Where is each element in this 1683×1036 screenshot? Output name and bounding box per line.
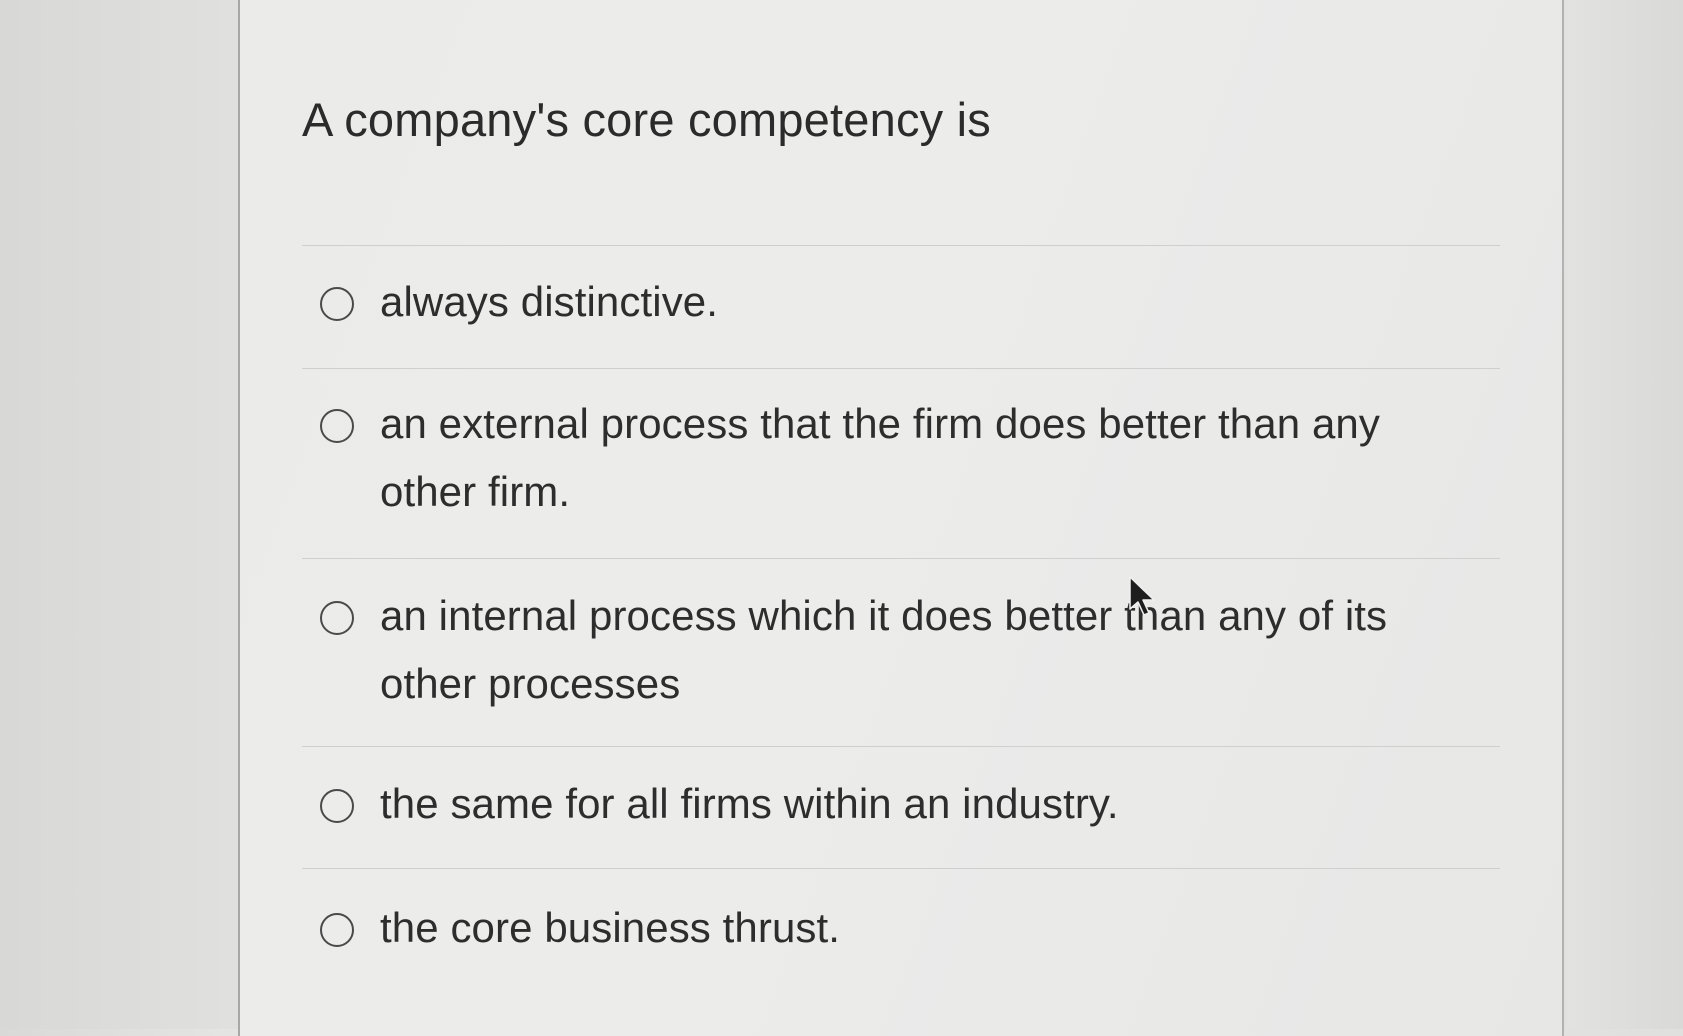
answer-option-4[interactable]: the same for all firms within an industr… <box>320 770 1470 838</box>
radio-unchecked-icon[interactable] <box>320 409 354 443</box>
answer-option-label: an external process that the firm does b… <box>380 400 1380 515</box>
answer-option-label: always distinctive. <box>380 278 719 325</box>
divider <box>302 746 1500 747</box>
answer-option-label: an internal process which it does better… <box>380 592 1388 707</box>
divider <box>302 558 1500 559</box>
answer-option-label: the same for all firms within an industr… <box>380 780 1119 827</box>
background-left <box>0 0 238 1029</box>
answer-option-2[interactable]: an external process that the firm does b… <box>320 390 1470 526</box>
answer-option-label: the core business thrust. <box>380 904 841 951</box>
mouse-pointer-icon <box>1129 576 1155 616</box>
radio-unchecked-icon[interactable] <box>320 913 354 947</box>
question-title: A company's core competency is <box>302 93 991 146</box>
divider <box>302 368 1500 369</box>
radio-unchecked-icon[interactable] <box>320 789 354 823</box>
answer-option-3[interactable]: an internal process which it does better… <box>320 582 1470 718</box>
divider <box>302 868 1500 869</box>
answer-option-5[interactable]: the core business thrust. <box>320 894 1470 962</box>
radio-unchecked-icon[interactable] <box>320 601 354 635</box>
background-right <box>1566 0 1683 1029</box>
quiz-question-card: A company's core competency is always di… <box>238 0 1564 1036</box>
answer-option-1[interactable]: always distinctive. <box>320 268 1470 336</box>
radio-unchecked-icon[interactable] <box>320 287 354 321</box>
divider <box>302 245 1500 246</box>
